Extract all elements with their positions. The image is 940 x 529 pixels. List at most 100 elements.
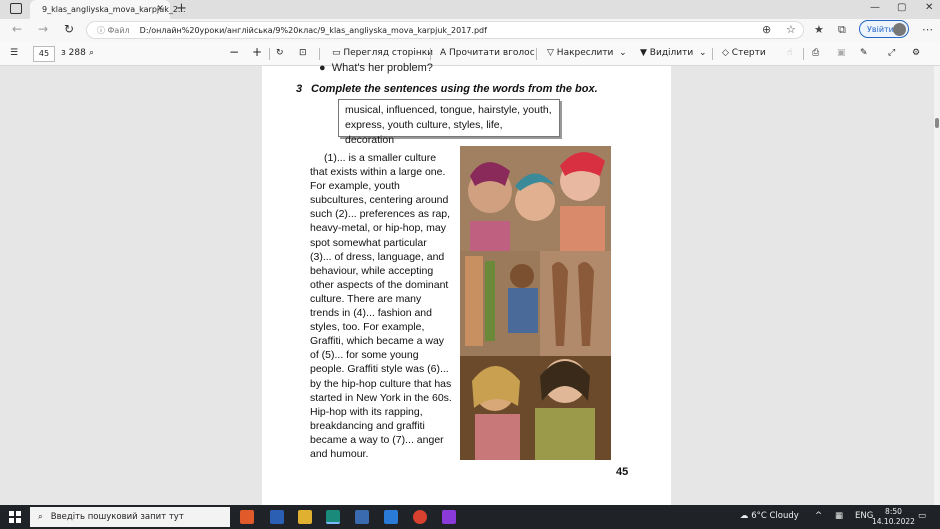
text-line: such (2)... preferences as rap,: [310, 208, 451, 221]
pdf-toolbar: ☰ 45 з 288 ⌕ − + ↻ ⊡ ▭ Перегляд сторінки…: [0, 42, 940, 66]
viber-icon[interactable]: [442, 510, 456, 524]
erase-label: Стерти: [731, 48, 766, 58]
printed-page-number: 45: [616, 466, 629, 478]
favorite-add-icon[interactable]: ☆: [786, 23, 796, 36]
word-icon[interactable]: [270, 510, 284, 524]
draw-button[interactable]: ▽ Накреслити ⌄: [547, 48, 627, 58]
cloud-icon: ☁: [740, 511, 752, 521]
maximize-button[interactable]: ▢: [897, 2, 906, 13]
clock-date: 14.10.2022: [872, 517, 915, 526]
text-line: behaviour, while accepting: [310, 264, 434, 277]
exercise-heading: Complete the sentences using the words f…: [311, 83, 598, 95]
zoom-icon[interactable]: ⊕: [762, 23, 771, 36]
word-box-line: musical, influenced, tongue, hairstyle, …: [345, 104, 552, 116]
notifications-icon[interactable]: ▭: [918, 511, 926, 521]
close-tab-icon[interactable]: ✕: [156, 4, 164, 14]
vertical-scrollbar[interactable]: [934, 66, 940, 505]
messenger-icon[interactable]: [384, 510, 398, 524]
previous-line: ● What's her problem?: [319, 62, 433, 74]
store-icon[interactable]: [355, 510, 369, 524]
back-arrow-icon[interactable]: ←: [12, 22, 22, 36]
read-aloud-button[interactable]: A Прочитати вголос: [440, 48, 535, 58]
edge-browser-icon[interactable]: [326, 510, 340, 524]
text-line: For example, youth: [310, 180, 400, 193]
favorites-icon[interactable]: ★: [814, 23, 824, 36]
clock-time: 8:50: [885, 507, 902, 516]
text-line: trends in (4)... fashion and: [310, 307, 432, 320]
previous-line-text: What's her problem?: [331, 62, 433, 74]
text-line: started in New York in the 60s.: [310, 391, 452, 404]
draw-icon: ▽: [547, 48, 557, 58]
page-view-icon: ▭: [332, 48, 344, 58]
text-line: people. Graffiti style was (6)...: [310, 363, 449, 376]
search-placeholder: Введіть пошуковий запит тут: [50, 512, 184, 522]
search-icon: ⌕: [38, 512, 43, 522]
text-line: heavy-metal, or hip-hop, may: [310, 222, 446, 235]
pdf-viewer: ● What's her problem? 3 Complete the sen…: [0, 62, 934, 505]
touch-icon[interactable]: ☝: [787, 48, 792, 58]
text-line: spot somewhat particular: [310, 236, 427, 249]
zoom-out-icon[interactable]: −: [229, 45, 239, 59]
page-view-button[interactable]: ▭ Перегляд сторінки: [332, 48, 433, 58]
highlight-button[interactable]: ▼ Виділити ⌄: [640, 48, 707, 58]
tab-actions-icon[interactable]: [10, 3, 22, 14]
separator: [430, 48, 431, 60]
fullscreen-icon[interactable]: ⤢: [888, 48, 895, 58]
collections-icon[interactable]: ⧉: [838, 23, 846, 37]
print-icon[interactable]: ⎙: [812, 48, 819, 58]
save-as-icon[interactable]: ✎: [860, 48, 868, 58]
refresh-icon[interactable]: ↻: [64, 22, 74, 36]
save-icon[interactable]: ▣: [837, 48, 846, 58]
separator: [269, 48, 270, 60]
text-line: of (5)... for some young: [310, 349, 419, 362]
bullet-icon: ●: [319, 62, 332, 74]
taskbar-search[interactable]: ⌕ Введіть пошуковий запит тут: [30, 507, 230, 527]
clock[interactable]: 8:50 14.10.2022: [872, 507, 915, 527]
more-menu-icon[interactable]: ⋯: [922, 23, 933, 36]
taskbar: ⌕ Введіть пошуковий запит тут ☁ 6°C Clou…: [0, 505, 940, 529]
chrome-icon[interactable]: [413, 510, 427, 524]
forward-arrow-icon[interactable]: →: [38, 22, 48, 36]
zoom-in-icon[interactable]: +: [252, 45, 262, 59]
app-icon[interactable]: [240, 510, 254, 524]
address-bar-row: ← → ↻ ⓘ Файл D:/онлайн%20уроки/англійськ…: [0, 19, 940, 42]
text-line: Graffiti, which became a way: [310, 335, 445, 348]
weather-widget[interactable]: ☁ 6°C Cloudy: [740, 511, 799, 521]
minimize-button[interactable]: —: [870, 2, 880, 13]
erase-button[interactable]: ◇ Стерти: [722, 48, 766, 58]
word-box: musical, influenced, tongue, hairstyle, …: [338, 99, 560, 146]
text-line: other aspects of the dominant: [310, 278, 449, 291]
highlight-label: Виділити: [649, 48, 694, 58]
address-input[interactable]: ⓘ Файл D:/онлайн%20уроки/англійська/9%20…: [86, 21, 804, 39]
file-info-icon[interactable]: ⓘ Файл: [97, 25, 130, 36]
page-number-input[interactable]: 45: [33, 46, 55, 62]
text-line: became a way to (7)... anger: [310, 433, 444, 446]
settings-gear-icon[interactable]: ⚙: [912, 48, 920, 58]
browser-tab[interactable]: 9_klas_angliyska_mova_karpjuk_2... ✕: [30, 0, 186, 19]
lang-indicator[interactable]: ENG: [855, 511, 873, 521]
separator: [319, 48, 320, 60]
weather-text: 6°C Cloudy: [751, 511, 799, 521]
text-line: breakdancing and graffiti: [310, 419, 425, 432]
eraser-icon: ◇: [722, 48, 732, 58]
exercise-text: (1)... is a smaller culture that exists …: [310, 151, 458, 461]
new-tab-button[interactable]: +: [176, 1, 187, 16]
separator: [536, 48, 537, 60]
tray-chevron-icon[interactable]: ^: [815, 511, 822, 521]
separator: [712, 48, 713, 60]
tab-title: 9_klas_angliyska_mova_karpjuk_2...: [42, 5, 186, 14]
fit-page-icon[interactable]: ⊡: [299, 48, 307, 58]
scrollbar-thumb[interactable]: [935, 118, 939, 128]
login-button[interactable]: Увійти: [859, 20, 909, 38]
text-line: by the hip-hop culture that has: [310, 377, 452, 390]
rotate-icon[interactable]: ↻: [276, 48, 284, 58]
text-line: styles, too. For example,: [310, 321, 425, 334]
windows-start-icon[interactable]: [9, 511, 21, 523]
network-icon[interactable]: ▦: [835, 511, 843, 521]
text-line: (3)... of dress, language, and: [310, 250, 445, 263]
contents-icon[interactable]: ☰: [10, 48, 18, 58]
text-line: culture. There are many: [310, 292, 422, 305]
close-window-button[interactable]: ✕: [925, 2, 933, 13]
search-icon[interactable]: ⌕: [89, 48, 94, 58]
file-explorer-icon[interactable]: [298, 510, 312, 524]
